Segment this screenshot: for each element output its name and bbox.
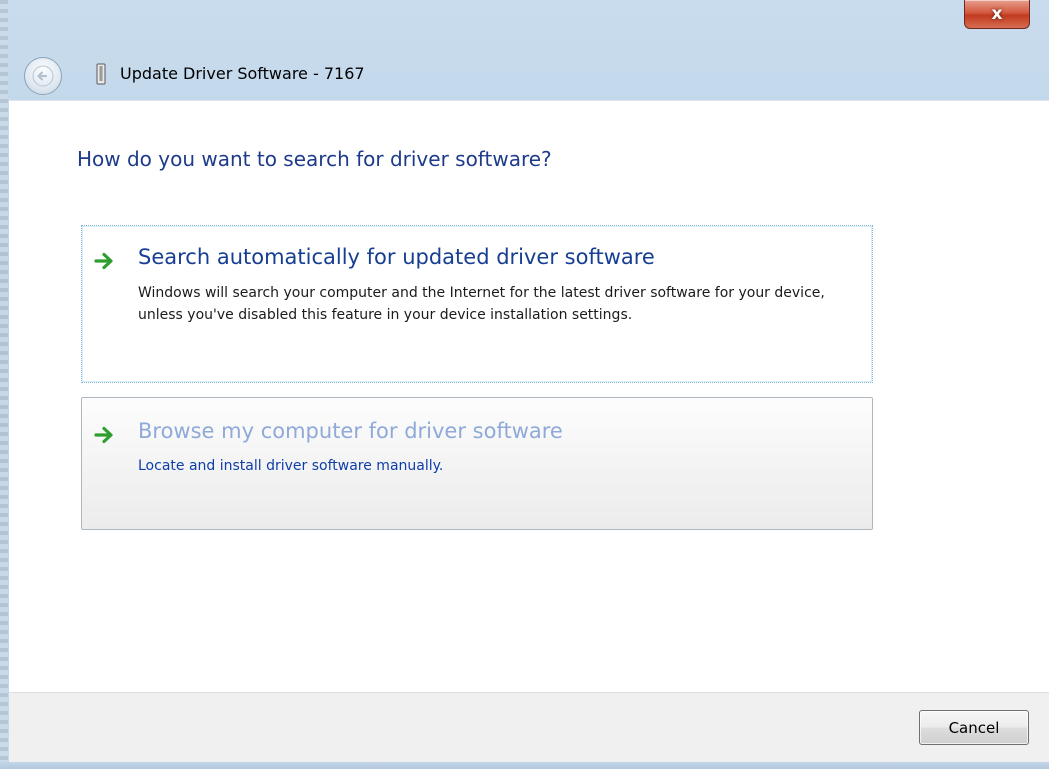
window-title: Update Driver Software - 7167 [120,64,365,83]
back-button[interactable] [24,57,62,95]
dialog-footer: Cancel [9,692,1049,769]
title-bar: x Update Driver Software - 7167 [8,0,1049,100]
back-arrow-icon [32,65,54,87]
cancel-button[interactable]: Cancel [919,710,1029,745]
browse-computer-option[interactable]: Browse my computer for driver software L… [81,397,873,530]
option-description: Locate and install driver software manua… [138,458,444,474]
option-description: Windows will search your computer and th… [138,285,825,323]
search-automatically-option[interactable]: Search automatically for updated driver … [81,225,873,383]
option-title: Search automatically for updated driver … [138,245,655,269]
green-arrow-icon [94,426,113,444]
option-title: Browse my computer for driver software [138,419,563,443]
close-icon: x [991,4,1003,24]
driver-update-window: x Update Driver Software - 7167 How do y… [0,0,1049,769]
window-bottom-edge [0,762,1049,769]
close-button[interactable]: x [964,0,1030,29]
content-area: How do you want to search for driver sof… [9,100,1049,693]
green-arrow-icon [94,252,113,270]
page-heading: How do you want to search for driver sof… [77,147,552,171]
device-icon [96,63,106,85]
window-left-edge [0,0,8,769]
